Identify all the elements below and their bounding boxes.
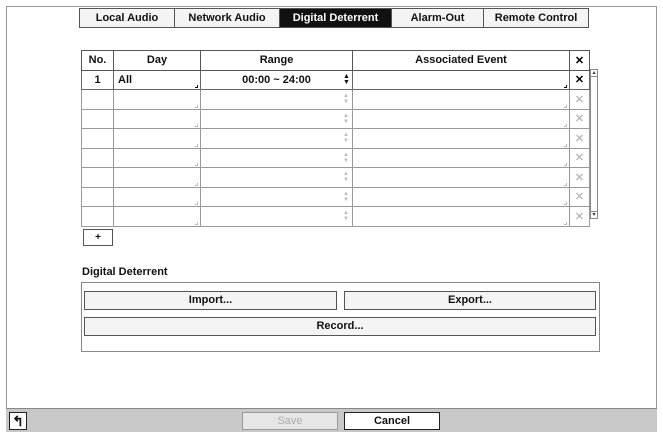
day-select[interactable]: All (113, 69, 201, 90)
dropdown-corner-icon (195, 182, 198, 186)
column-header-day: Day (113, 50, 201, 71)
delete-row-icon[interactable]: ✕ (569, 186, 590, 207)
delete-row-icon[interactable]: ✕ (569, 108, 590, 129)
row-number (81, 89, 114, 110)
associated-event-select[interactable] (352, 186, 570, 207)
spinner-arrows-icon[interactable]: ▲ ▼ (343, 93, 349, 106)
column-header-associated-event: Associated Event (352, 50, 570, 71)
delete-all-icon[interactable]: ✕ (569, 50, 590, 71)
dropdown-corner-icon (564, 143, 567, 147)
add-row-button[interactable]: + (83, 229, 113, 246)
table-scrollbar[interactable]: ▴ ▾ (590, 69, 598, 219)
row-number (81, 206, 114, 227)
row-number (81, 147, 114, 168)
tab-network-audio[interactable]: Network Audio (175, 9, 280, 27)
range-spinner[interactable]: 00:00 ~ 24:00 ▲ ▼ (200, 69, 353, 90)
range-value: 00:00 ~ 24:00 (242, 73, 311, 86)
range-spinner[interactable]: ▲ ▼ (200, 128, 353, 149)
range-spinner[interactable]: ▲ ▼ (200, 108, 353, 129)
cancel-button[interactable]: Cancel (344, 412, 440, 430)
column-header-no: No. (81, 50, 114, 71)
row-number (81, 167, 114, 188)
record-button[interactable]: Record... (84, 317, 596, 336)
digital-deterrent-label: Digital Deterrent (82, 266, 168, 278)
associated-event-select[interactable] (352, 147, 570, 168)
range-spinner[interactable]: ▲ ▼ (200, 89, 353, 110)
day-select[interactable] (113, 147, 201, 168)
delete-row-icon[interactable]: ✕ (569, 206, 590, 227)
associated-event-select[interactable] (352, 69, 570, 90)
dropdown-corner-icon (195, 202, 198, 205)
delete-row-icon[interactable]: ✕ (569, 167, 590, 188)
table-header-row: No. Day Range Associated Event ✕ (81, 50, 590, 71)
tab-digital-deterrent[interactable]: Digital Deterrent (280, 9, 392, 27)
tab-remote-control[interactable]: Remote Control (484, 9, 588, 27)
back-button[interactable]: ↰ (9, 412, 27, 430)
spinner-arrows-icon[interactable]: ▲ ▼ (343, 132, 349, 145)
spinner-arrows-icon[interactable]: ▲ ▼ (343, 113, 349, 126)
dropdown-corner-icon (195, 124, 198, 127)
day-select[interactable] (113, 167, 201, 188)
dropdown-corner-icon (564, 221, 567, 225)
associated-event-select[interactable] (352, 89, 570, 110)
table-row: ▲ ▼ ✕ (81, 167, 590, 188)
dropdown-corner-icon (564, 124, 567, 127)
delete-row-icon[interactable]: ✕ (569, 89, 590, 110)
range-spinner[interactable]: ▲ ▼ (200, 147, 353, 168)
export-button[interactable]: Export... (344, 291, 596, 310)
range-spinner[interactable]: ▲ ▼ (200, 206, 353, 227)
row-number (81, 128, 114, 149)
spinner-arrows-icon[interactable]: ▲ ▼ (343, 152, 349, 165)
undo-arrow-icon: ↰ (12, 413, 24, 429)
day-select[interactable] (113, 108, 201, 129)
tab-alarm-out[interactable]: Alarm-Out (392, 9, 484, 27)
spinner-arrows-icon[interactable]: ▲ ▼ (343, 73, 350, 87)
dropdown-corner-icon (195, 104, 198, 108)
tab-local-audio[interactable]: Local Audio (80, 9, 175, 27)
dropdown-corner-icon (564, 85, 567, 88)
scroll-down-icon[interactable]: ▾ (591, 212, 597, 218)
associated-event-select[interactable] (352, 206, 570, 227)
dropdown-corner-icon (564, 163, 567, 166)
associated-event-select[interactable] (352, 128, 570, 149)
associated-event-select[interactable] (352, 167, 570, 188)
day-select[interactable] (113, 128, 201, 149)
table-row: ▲ ▼ ✕ (81, 89, 590, 110)
table-row: ▲ ▼ ✕ (81, 128, 590, 149)
dropdown-corner-icon (564, 104, 567, 108)
day-value: All (118, 73, 133, 86)
schedule-table: No. Day Range Associated Event ✕ 1 All 0… (81, 50, 590, 227)
dropdown-corner-icon (195, 85, 198, 88)
scroll-thumb[interactable] (591, 76, 597, 212)
day-select[interactable] (113, 206, 201, 227)
tab-bar: Local Audio Network Audio Digital Deterr… (79, 8, 589, 28)
table-row: ▲ ▼ ✕ (81, 147, 590, 168)
dropdown-corner-icon (195, 163, 198, 166)
dropdown-corner-icon (564, 182, 567, 186)
dropdown-corner-icon (195, 143, 198, 147)
table-row: ▲ ▼ ✕ (81, 206, 590, 227)
table-row: 1 All 00:00 ~ 24:00 ▲ ▼ ✕ (81, 69, 590, 90)
row-number (81, 108, 114, 129)
range-spinner[interactable]: ▲ ▼ (200, 186, 353, 207)
import-button[interactable]: Import... (84, 291, 337, 310)
spinner-arrows-icon[interactable]: ▲ ▼ (343, 210, 349, 223)
dropdown-corner-icon (564, 202, 567, 205)
delete-row-icon[interactable]: ✕ (569, 128, 590, 149)
row-number: 1 (81, 69, 114, 90)
delete-row-icon[interactable]: ✕ (569, 147, 590, 168)
day-select[interactable] (113, 89, 201, 110)
spinner-arrows-icon[interactable]: ▲ ▼ (343, 191, 349, 204)
delete-row-icon[interactable]: ✕ (569, 69, 590, 90)
range-spinner[interactable]: ▲ ▼ (200, 167, 353, 188)
column-header-range: Range (200, 50, 353, 71)
spinner-arrows-icon[interactable]: ▲ ▼ (343, 171, 349, 184)
table-row: ▲ ▼ ✕ (81, 108, 590, 129)
save-button: Save (242, 412, 338, 430)
dropdown-corner-icon (195, 221, 198, 225)
row-number (81, 186, 114, 207)
associated-event-select[interactable] (352, 108, 570, 129)
table-row: ▲ ▼ ✕ (81, 186, 590, 207)
day-select[interactable] (113, 186, 201, 207)
